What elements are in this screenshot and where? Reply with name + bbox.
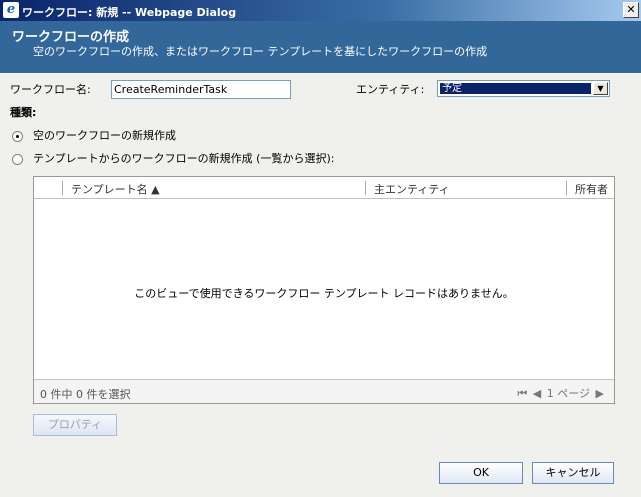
- column-header-owner[interactable]: 所有者: [575, 181, 608, 197]
- previous-page-icon[interactable]: ◀: [533, 387, 541, 400]
- radio-blank-workflow-label[interactable]: 空のワークフローの新規作成: [33, 127, 176, 143]
- radio-blank-workflow[interactable]: [12, 131, 23, 142]
- close-button[interactable]: ✕: [623, 2, 639, 18]
- grid-empty-message: このビューで使用できるワークフロー テンプレート レコードはありません。: [134, 287, 514, 300]
- column-separator: [62, 181, 63, 195]
- column-header-template-name[interactable]: テンプレート名 ▲: [71, 181, 160, 197]
- window-titlebar: e ワークフロー: 新規 -- Webpage Dialog ✕: [0, 0, 641, 21]
- workflow-name-input[interactable]: [111, 80, 291, 99]
- workflow-name-label: ワークフロー名:: [10, 83, 91, 96]
- page-number: 1 ページ: [546, 387, 591, 400]
- chevron-down-icon[interactable]: ▼: [593, 82, 608, 95]
- grid-header: テンプレート名 ▲ 主エンティティ 所有者: [34, 177, 614, 199]
- entity-label: エンティティ:: [356, 83, 425, 96]
- pager: ⏮ ◀ 1 ページ ▶: [515, 385, 604, 401]
- radio-template-workflow[interactable]: [12, 154, 23, 165]
- dialog-description: 空のワークフローの作成、またはワークフロー テンプレートを基にしたワークフローの…: [33, 45, 488, 58]
- column-separator: [365, 181, 366, 195]
- next-page-icon[interactable]: ▶: [596, 387, 604, 400]
- entity-select[interactable]: 予定 ▼: [437, 80, 610, 97]
- column-separator: [566, 181, 567, 195]
- grid-footer: 0 件中 0 件を選択 ⏮ ◀ 1 ページ ▶: [34, 379, 614, 403]
- type-label: 種類:: [10, 106, 37, 119]
- template-grid: テンプレート名 ▲ 主エンティティ 所有者 このビューで使用できるワークフロー …: [33, 176, 615, 404]
- browser-icon: e: [3, 2, 19, 18]
- properties-button[interactable]: プロパティ: [33, 414, 117, 436]
- cancel-button[interactable]: キャンセル: [532, 462, 614, 484]
- column-header-primary-entity[interactable]: 主エンティティ: [374, 181, 450, 197]
- selection-count: 0 件中 0 件を選択: [40, 388, 131, 401]
- first-page-icon[interactable]: ⏮: [517, 387, 527, 400]
- dialog-header: ワークフローの作成 空のワークフローの作成、またはワークフロー テンプレートを基…: [0, 21, 641, 73]
- radio-template-workflow-label[interactable]: テンプレートからのワークフローの新規作成 (一覧から選択):: [33, 150, 334, 166]
- window-title: ワークフロー: 新規 -- Webpage Dialog: [22, 6, 237, 19]
- entity-selected-value: 予定: [440, 83, 591, 94]
- ok-button[interactable]: OK: [439, 462, 523, 484]
